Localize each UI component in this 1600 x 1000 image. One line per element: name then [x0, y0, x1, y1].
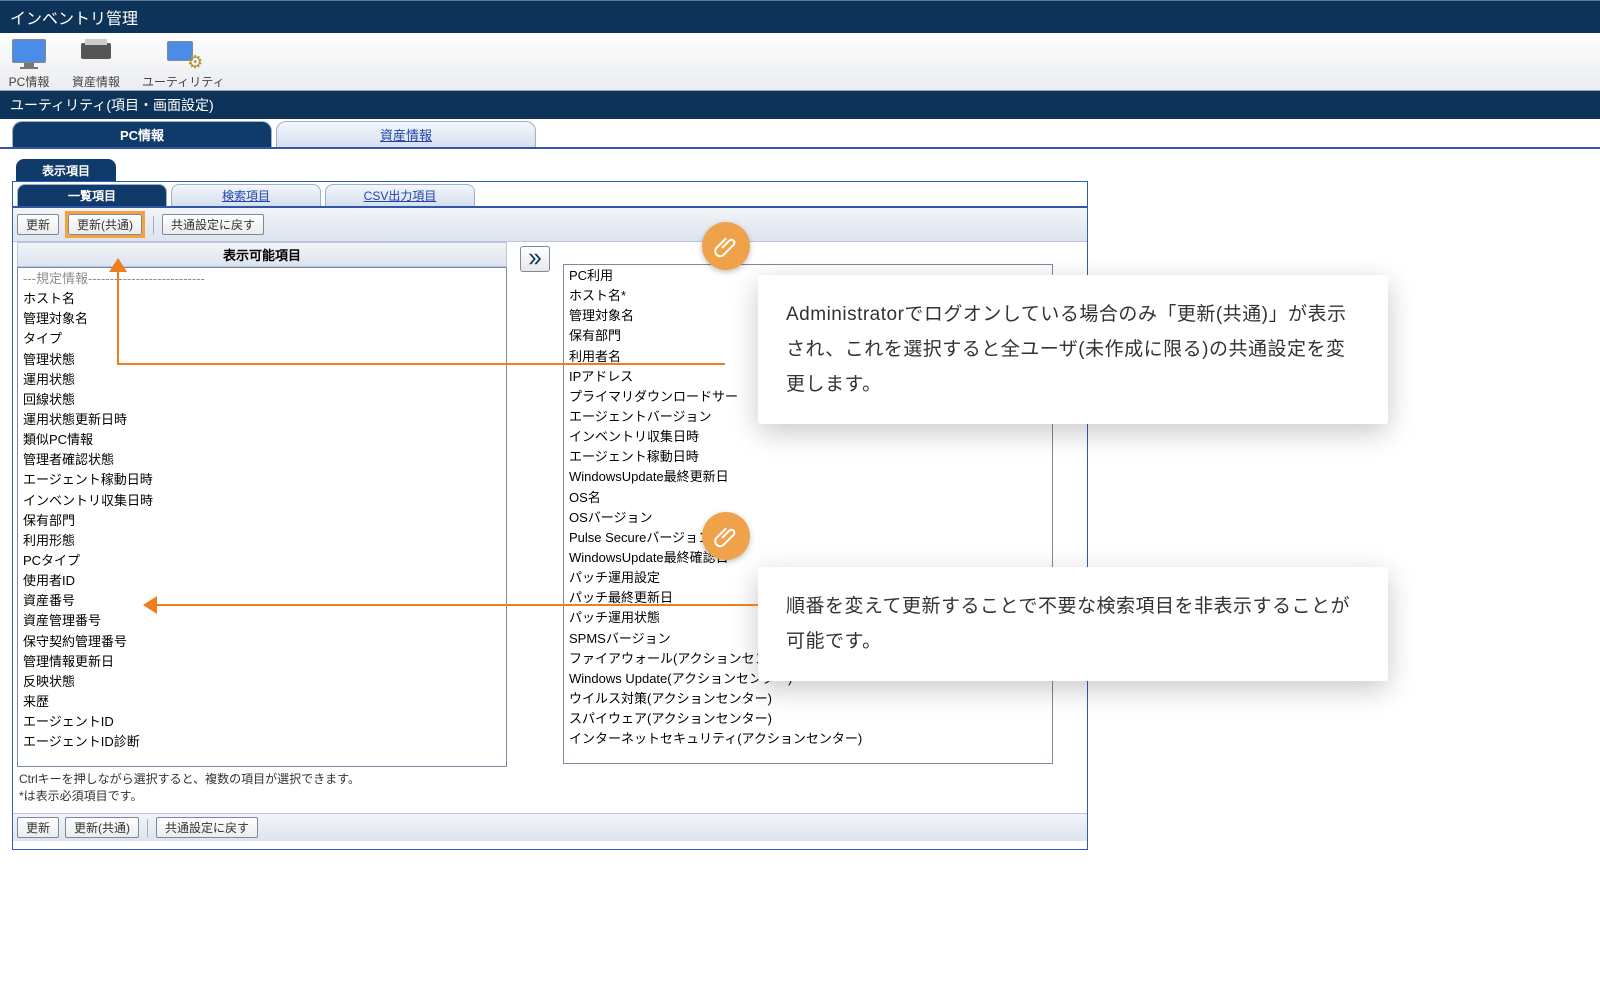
list-item[interactable]: エージェントID — [21, 712, 503, 732]
transfer-controls — [513, 242, 557, 767]
list-item[interactable]: インターネットセキュリティ(アクションセンター) — [567, 729, 1049, 749]
action-bar-separator-bottom — [147, 819, 148, 837]
list-item[interactable]: スパイウェア(アクションセンター) — [567, 709, 1049, 729]
available-items-list[interactable]: ---規定情報---------------------------ホスト名管理… — [17, 267, 507, 767]
utility-icon — [162, 35, 204, 73]
toolbar-pc-info-label: PC情報 — [9, 73, 50, 90]
list-item[interactable]: PCタイプ — [21, 551, 503, 571]
list-item[interactable]: インベントリ収集日時 — [21, 491, 503, 511]
inner-tab-search-label: 検索項目 — [222, 187, 270, 204]
update-common-button-top[interactable]: 更新(共通) — [68, 214, 142, 235]
list-item[interactable]: 運用状態 — [21, 370, 503, 390]
page-tab-asset-info-label: 資産情報 — [380, 125, 432, 144]
selected-items-spacer — [563, 242, 1053, 264]
inner-tab-csv[interactable]: CSV出力項目 — [325, 184, 475, 206]
arrow-top-horizontal — [117, 363, 725, 365]
list-item[interactable]: 資産番号 — [21, 591, 503, 611]
annotation-text-top: Administratorでログオンしている場合のみ「更新(共通)」が表示され、… — [786, 304, 1347, 395]
toolbar-utility-label: ユーティリティ — [142, 73, 225, 90]
annotation-card-bottom: 順番を変えて更新することで不要な検索項目を非表示することが可能です。 — [758, 567, 1388, 681]
list-item[interactable]: 管理対象名 — [21, 309, 503, 329]
list-item[interactable]: タイプ — [21, 329, 503, 349]
list-item[interactable]: 回線状態 — [21, 390, 503, 410]
toolbar-asset-info-label: 資産情報 — [72, 73, 120, 90]
main-toolbar: PC情報 資産情報 ユーティリティ — [0, 33, 1600, 91]
list-item[interactable]: ウイルス対策(アクションセンター) — [567, 689, 1049, 709]
arrow-bottom-line — [156, 604, 758, 606]
footnote-line2: *は表示必須項目です。 — [19, 787, 1081, 804]
page-tab-pc-info-label: PC情報 — [120, 125, 164, 144]
list-item[interactable]: Pulse Secureバージョン — [567, 528, 1049, 548]
update-button-bottom[interactable]: 更新 — [17, 817, 59, 838]
list-item[interactable]: ---規定情報--------------------------- — [21, 269, 503, 289]
titlebar-text: インベントリ管理 — [10, 11, 138, 28]
list-item[interactable]: 保守契約管理番号 — [21, 632, 503, 652]
list-item[interactable]: 管理状態 — [21, 350, 503, 370]
update-button-top[interactable]: 更新 — [17, 214, 59, 235]
update-common-highlight: 更新(共通) — [65, 211, 145, 238]
revert-common-button-top[interactable]: 共通設定に戻す — [162, 214, 264, 235]
page-tab-pc-info[interactable]: PC情報 — [12, 121, 272, 147]
list-item[interactable]: OSバージョン — [567, 508, 1049, 528]
footnote-line1: Ctrlキーを押しながら選択すると、複数の項目が選択できます。 — [19, 770, 1081, 787]
list-item[interactable]: 使用者ID — [21, 571, 503, 591]
list-item[interactable]: 反映状態 — [21, 672, 503, 692]
move-right-button[interactable] — [520, 246, 550, 272]
double-chevron-right-icon — [526, 250, 544, 268]
list-item[interactable]: 運用状態更新日時 — [21, 410, 503, 430]
list-item[interactable]: 管理情報更新日 — [21, 652, 503, 672]
inner-tab-csv-label: CSV出力項目 — [364, 187, 437, 204]
list-item[interactable]: 利用形態 — [21, 531, 503, 551]
arrow-bottom-head — [143, 596, 157, 614]
clip-icon-top — [702, 222, 750, 270]
arrow-top-head — [109, 258, 127, 272]
paperclip-icon — [714, 524, 738, 548]
monitor-icon — [8, 35, 50, 73]
subheader-text: ユーティリティ(項目・画面設定) — [10, 97, 214, 113]
list-item[interactable]: エージェントID診断 — [21, 732, 503, 752]
list-item[interactable]: 資産管理番号 — [21, 611, 503, 631]
available-items-header: 表示可能項目 — [17, 242, 507, 267]
inner-tabs: 一覧項目 検索項目 CSV出力項目 — [13, 184, 1087, 208]
list-item[interactable]: WindowsUpdate最終更新日 — [567, 467, 1049, 487]
list-item[interactable]: 類似PC情報 — [21, 430, 503, 450]
annotation-text-bottom: 順番を変えて更新することで不要な検索項目を非表示することが可能です。 — [786, 596, 1350, 652]
list-item[interactable]: WindowsUpdate最終確認日 — [567, 548, 1049, 568]
page-tabs: PC情報 資産情報 — [0, 121, 1600, 149]
inner-tab-list-label: 一覧項目 — [68, 187, 116, 204]
list-item[interactable]: エージェント稼動日時 — [21, 470, 503, 490]
list-item[interactable]: 管理者確認状態 — [21, 450, 503, 470]
list-item[interactable]: ホスト名 — [21, 289, 503, 309]
paperclip-icon — [714, 234, 738, 258]
list-item[interactable]: OS名 — [567, 488, 1049, 508]
inner-tab-list[interactable]: 一覧項目 — [17, 184, 167, 206]
inner-tab-search[interactable]: 検索項目 — [171, 184, 321, 206]
toolbar-pc-info[interactable]: PC情報 — [8, 35, 50, 90]
toolbar-utility[interactable]: ユーティリティ — [142, 35, 225, 90]
clip-icon-bottom — [702, 512, 750, 560]
display-tab-label: 表示項目 — [42, 162, 90, 179]
titlebar: インベントリ管理 — [0, 0, 1600, 33]
available-items-column: 表示可能項目 ---規定情報--------------------------… — [17, 242, 507, 767]
list-item[interactable]: 来歴 — [21, 692, 503, 712]
update-common-button-bottom[interactable]: 更新(共通) — [65, 817, 139, 838]
printer-icon — [75, 35, 117, 73]
action-bar-top: 更新 更新(共通) 共通設定に戻す — [13, 208, 1087, 242]
display-tab[interactable]: 表示項目 — [16, 159, 116, 181]
list-item[interactable]: エージェント稼動日時 — [567, 447, 1049, 467]
toolbar-asset-info[interactable]: 資産情報 — [72, 35, 120, 90]
revert-common-button-bottom[interactable]: 共通設定に戻す — [156, 817, 258, 838]
display-tab-row: 表示項目 — [0, 159, 1600, 181]
list-item[interactable]: インベントリ収集日時 — [567, 427, 1049, 447]
action-bar-separator — [153, 216, 154, 234]
action-bar-bottom: 更新 更新(共通) 共通設定に戻す — [13, 813, 1087, 841]
subheader: ユーティリティ(項目・画面設定) — [0, 91, 1600, 119]
annotation-card-top: Administratorでログオンしている場合のみ「更新(共通)」が表示され、… — [758, 275, 1388, 424]
arrow-top-vertical — [117, 263, 119, 365]
page-tab-asset-info[interactable]: 資産情報 — [276, 121, 536, 147]
list-item[interactable]: 保有部門 — [21, 511, 503, 531]
footnote-text: Ctrlキーを押しながら選択すると、複数の項目が選択できます。 *は表示必須項目… — [13, 767, 1087, 807]
